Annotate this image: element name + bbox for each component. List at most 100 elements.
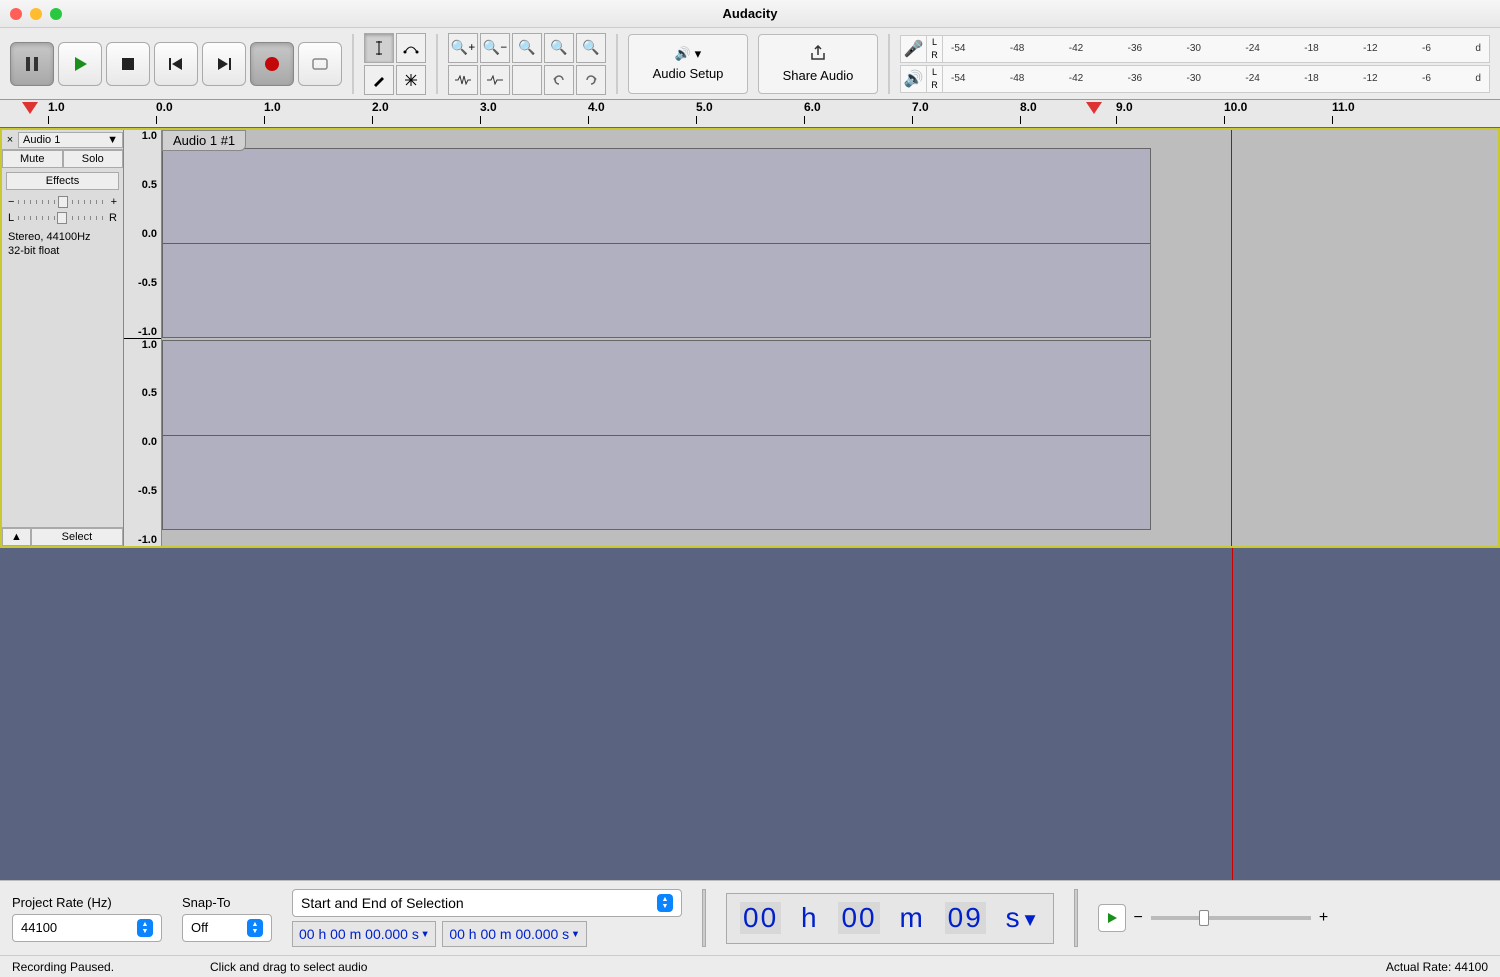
select-arrows-icon: ▲▼ — [137, 919, 153, 937]
selection-end-time[interactable]: 00 h 00 m 00.000 s▾ — [442, 921, 586, 947]
track-select-button[interactable]: Select — [31, 528, 123, 546]
zoom-edit-tools: 🔍+ 🔍− 🔍 🔍 🔍 — [448, 33, 606, 95]
solo-button[interactable]: Solo — [63, 150, 124, 168]
track-collapse-button[interactable]: ▲ — [2, 528, 31, 546]
ruler-tick: 11.0 — [1332, 100, 1355, 114]
silence-selection-button[interactable] — [480, 65, 510, 95]
waveform-display[interactable]: Audio 1 #1 — [162, 130, 1498, 546]
recording-meter-scale: -54-48-42-36-30-24-18-12-6d — [943, 43, 1489, 54]
selection-start-time[interactable]: 00 h 00 m 00.000 s▾ — [292, 921, 436, 947]
selection-mode-select[interactable]: Start and End of Selection ▲▼ — [292, 889, 682, 917]
selection-start-marker[interactable] — [22, 102, 38, 114]
ruler-tick: 6.0 — [804, 100, 821, 114]
select-arrows-icon: ▲▼ — [247, 919, 263, 937]
audio-setup-label: Audio Setup — [653, 66, 724, 81]
gain-slider[interactable] — [18, 200, 106, 204]
track-name-label: Audio 1 — [23, 134, 60, 146]
ruler-tick: 4.0 — [588, 100, 605, 114]
playhead-cursor — [1232, 548, 1233, 880]
snap-to-select[interactable]: Off ▲▼ — [182, 914, 272, 942]
skip-end-button[interactable] — [202, 42, 246, 86]
pan-right-label: R — [109, 212, 117, 224]
speaker-icon: 🔊 — [901, 66, 927, 92]
meter-lr-labels: LR — [927, 66, 943, 92]
zoom-in-button[interactable]: 🔍+ — [448, 33, 478, 63]
snap-to-label: Snap-To — [182, 895, 272, 910]
trim-outside-button[interactable] — [448, 65, 478, 95]
titlebar: Audacity — [0, 0, 1500, 28]
redo-button[interactable] — [576, 65, 606, 95]
status-bar: Recording Paused. Click and drag to sele… — [0, 955, 1500, 977]
effects-button[interactable]: Effects — [6, 172, 119, 190]
close-window-button[interactable] — [10, 8, 22, 20]
project-rate-value: 44100 — [21, 920, 57, 935]
minimize-window-button[interactable] — [30, 8, 42, 20]
loop-button[interactable] — [298, 42, 342, 86]
separator — [352, 34, 354, 94]
ruler-tick: 2.0 — [372, 100, 389, 114]
divider — [702, 889, 706, 947]
playhead-marker[interactable] — [1086, 102, 1102, 114]
draw-tool[interactable] — [364, 65, 394, 95]
playhead-cursor — [1231, 130, 1232, 546]
meters: 🎤 LR -54-48-42-36-30-24-18-12-6d 🔊 LR -5… — [900, 35, 1490, 93]
status-hint: Click and drag to select audio — [210, 960, 367, 974]
separator — [616, 34, 618, 94]
multi-tool[interactable] — [396, 65, 426, 95]
waveform-channel-right[interactable] — [162, 340, 1151, 530]
playback-meter[interactable]: 🔊 LR -54-48-42-36-30-24-18-12-6d — [900, 65, 1490, 93]
separator — [436, 34, 438, 94]
fit-selection-button[interactable]: 🔍 — [512, 33, 542, 63]
clip-label[interactable]: Audio 1 #1 — [162, 130, 246, 151]
selection-mode-value: Start and End of Selection — [301, 895, 464, 911]
fit-project-button[interactable]: 🔍 — [544, 33, 574, 63]
audio-setup-button[interactable]: 🔊 ▾ Audio Setup — [628, 34, 748, 94]
track-close-button[interactable]: × — [2, 134, 18, 146]
share-icon — [809, 45, 827, 64]
undo-button[interactable] — [544, 65, 574, 95]
share-audio-label: Share Audio — [783, 68, 854, 83]
timeline-ruler[interactable]: 1.0 0.0 1.0 2.0 3.0 4.0 5.0 6.0 7.0 8.0 … — [0, 100, 1500, 128]
spacer — [512, 65, 542, 95]
recording-meter[interactable]: 🎤 LR -54-48-42-36-30-24-18-12-6d — [900, 35, 1490, 63]
selection-toolbar: Project Rate (Hz) 44100 ▲▼ Snap-To Off ▲… — [0, 880, 1500, 955]
project-rate-label: Project Rate (Hz) — [12, 895, 162, 910]
pan-slider[interactable] — [18, 216, 105, 220]
track-control-panel: × Audio 1 ▼ Mute Solo Effects − + L R — [2, 130, 124, 546]
empty-track-area[interactable] — [0, 548, 1500, 880]
microphone-icon: 🎤 — [901, 36, 927, 62]
ruler-tick: 8.0 — [1020, 100, 1037, 114]
main-toolbar: 🔍+ 🔍− 🔍 🔍 🔍 🔊 ▾ Audio Setup Share Audio … — [0, 28, 1500, 100]
play-button[interactable] — [58, 42, 102, 86]
maximize-window-button[interactable] — [50, 8, 62, 20]
gain-minus-label: − — [8, 196, 14, 208]
selection-tool[interactable] — [364, 33, 394, 63]
pause-button[interactable] — [10, 42, 54, 86]
project-rate-select[interactable]: 44100 ▲▼ — [12, 914, 162, 942]
envelope-tool[interactable] — [396, 33, 426, 63]
separator — [888, 34, 890, 94]
zoom-out-button[interactable]: 🔍− — [480, 33, 510, 63]
transport-controls — [10, 42, 342, 86]
amplitude-scale: 1.0 0.5 0.0 -0.5 -1.0 1.0 0.5 0.0 -0.5 -… — [124, 130, 162, 546]
waveform-channel-left[interactable] — [162, 148, 1151, 338]
status-left: Recording Paused. — [12, 960, 114, 974]
meter-lr-labels: LR — [927, 36, 943, 62]
share-audio-button[interactable]: Share Audio — [758, 34, 878, 94]
skip-start-button[interactable] — [154, 42, 198, 86]
track-name-dropdown[interactable]: Audio 1 ▼ — [18, 132, 123, 148]
ruler-tick: 1.0 — [264, 100, 281, 114]
audio-track: × Audio 1 ▼ Mute Solo Effects − + L R — [0, 128, 1500, 548]
track-area: × Audio 1 ▼ Mute Solo Effects − + L R — [0, 128, 1500, 880]
stop-button[interactable] — [106, 42, 150, 86]
ruler-tick: 0.0 — [156, 100, 173, 114]
select-arrows-icon: ▲▼ — [657, 894, 673, 912]
playback-speed-slider[interactable] — [1151, 916, 1311, 920]
mute-button[interactable]: Mute — [2, 150, 63, 168]
audio-position-display[interactable]: 00 h 00 m 09 s▾ — [726, 893, 1054, 944]
record-button[interactable] — [250, 42, 294, 86]
gain-plus-label: + — [111, 196, 117, 208]
divider — [1074, 889, 1078, 947]
play-at-speed-button[interactable] — [1098, 904, 1126, 932]
zoom-toggle-button[interactable]: 🔍 — [576, 33, 606, 63]
